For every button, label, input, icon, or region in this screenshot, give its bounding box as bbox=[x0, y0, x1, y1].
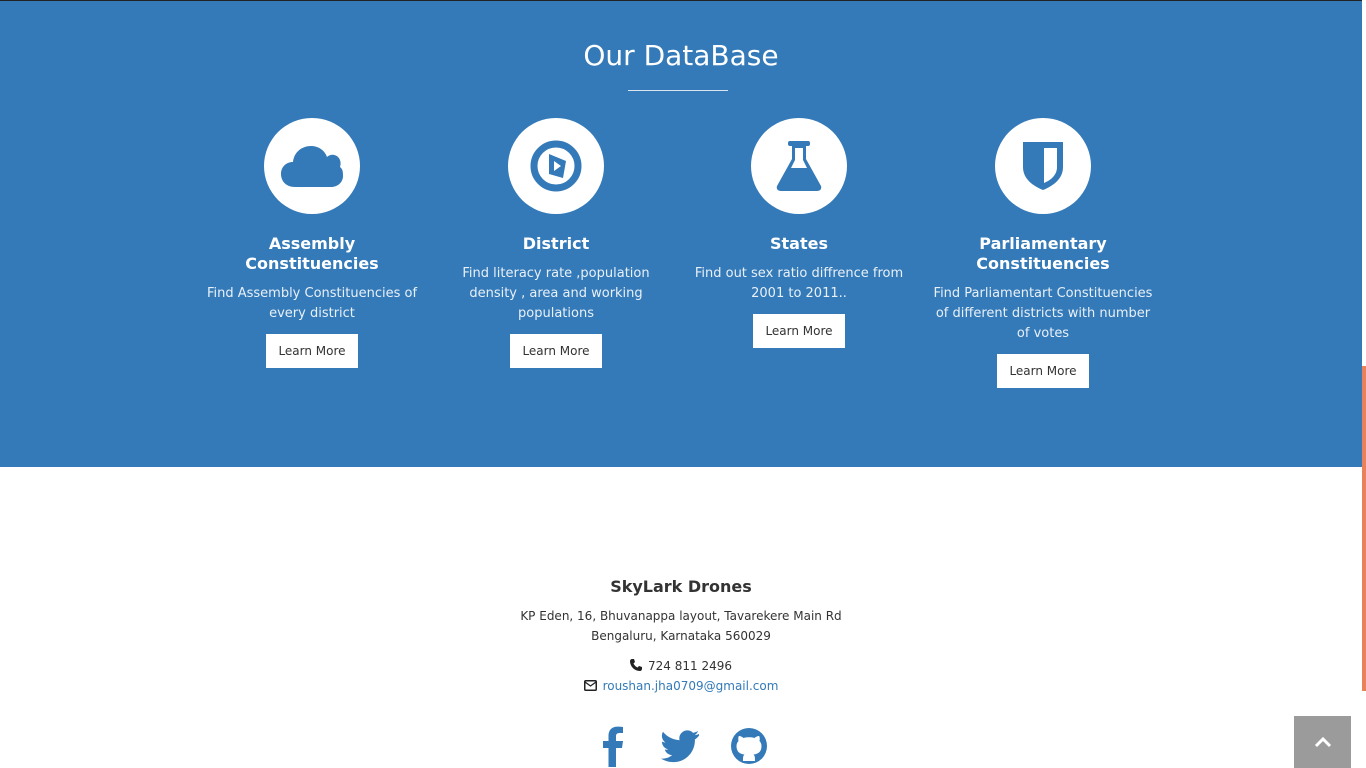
compass-play-icon bbox=[508, 118, 604, 214]
envelope-icon bbox=[583, 677, 597, 697]
cloud-icon bbox=[264, 118, 360, 214]
social-links bbox=[0, 725, 1362, 767]
card-description: Find out sex ratio diffrence from 2001 t… bbox=[694, 266, 904, 301]
card-parliamentary-constituencies: Parliamentary Constituencies Find Parlia… bbox=[933, 118, 1153, 388]
scrollbar-thumb[interactable] bbox=[1362, 366, 1366, 691]
phone-number: 724 811 2496 bbox=[648, 659, 732, 673]
address-line-1: KP Eden, 16, Bhuvanappa layout, Tavareke… bbox=[520, 609, 842, 623]
learn-more-button[interactable]: Learn More bbox=[266, 334, 358, 368]
learn-more-button[interactable]: Learn More bbox=[753, 314, 845, 348]
card-title: District bbox=[522, 234, 590, 253]
section-title: Our DataBase bbox=[583, 39, 779, 72]
card-assembly-constituencies: Assembly Constituencies Find Assembly Co… bbox=[202, 118, 422, 368]
card-description: Find literacy rate ,population density ,… bbox=[462, 266, 650, 321]
title-divider bbox=[628, 90, 728, 91]
phone-icon bbox=[630, 657, 642, 677]
facebook-icon[interactable] bbox=[593, 725, 633, 767]
chevron-up-icon bbox=[1314, 733, 1332, 752]
card-description: Find Parliamentart Constituencies of dif… bbox=[933, 286, 1153, 341]
back-to-top-button[interactable] bbox=[1294, 716, 1351, 768]
database-section: Our DataBase Assembly Constituencies Fin… bbox=[0, 1, 1362, 467]
address-line-2: Bengaluru, Karnataka 560029 bbox=[591, 629, 771, 643]
email-row: roushan.jha0709@gmail.com bbox=[0, 676, 1362, 697]
card-title: Assembly Constituencies bbox=[245, 234, 379, 273]
github-icon[interactable] bbox=[729, 725, 769, 767]
card-district: District Find literacy rate ,population … bbox=[446, 118, 666, 368]
twitter-icon[interactable] bbox=[661, 725, 701, 767]
company-name: SkyLark Drones bbox=[610, 577, 752, 596]
card-states: States Find out sex ratio diffrence from… bbox=[689, 118, 909, 348]
learn-more-button[interactable]: Learn More bbox=[510, 334, 602, 368]
card-description: Find Assembly Constituencies of every di… bbox=[206, 286, 418, 321]
flask-icon bbox=[751, 118, 847, 214]
phone-row: 724 811 2496 bbox=[0, 656, 1362, 677]
learn-more-button[interactable]: Learn More bbox=[997, 354, 1089, 388]
email-link[interactable]: roushan.jha0709@gmail.com bbox=[603, 679, 779, 693]
card-title: States bbox=[770, 234, 828, 253]
shield-icon bbox=[995, 118, 1091, 214]
card-title: Parliamentary Constituencies bbox=[976, 234, 1110, 273]
footer: SkyLark Drones KP Eden, 16, Bhuvanappa l… bbox=[0, 467, 1362, 768]
